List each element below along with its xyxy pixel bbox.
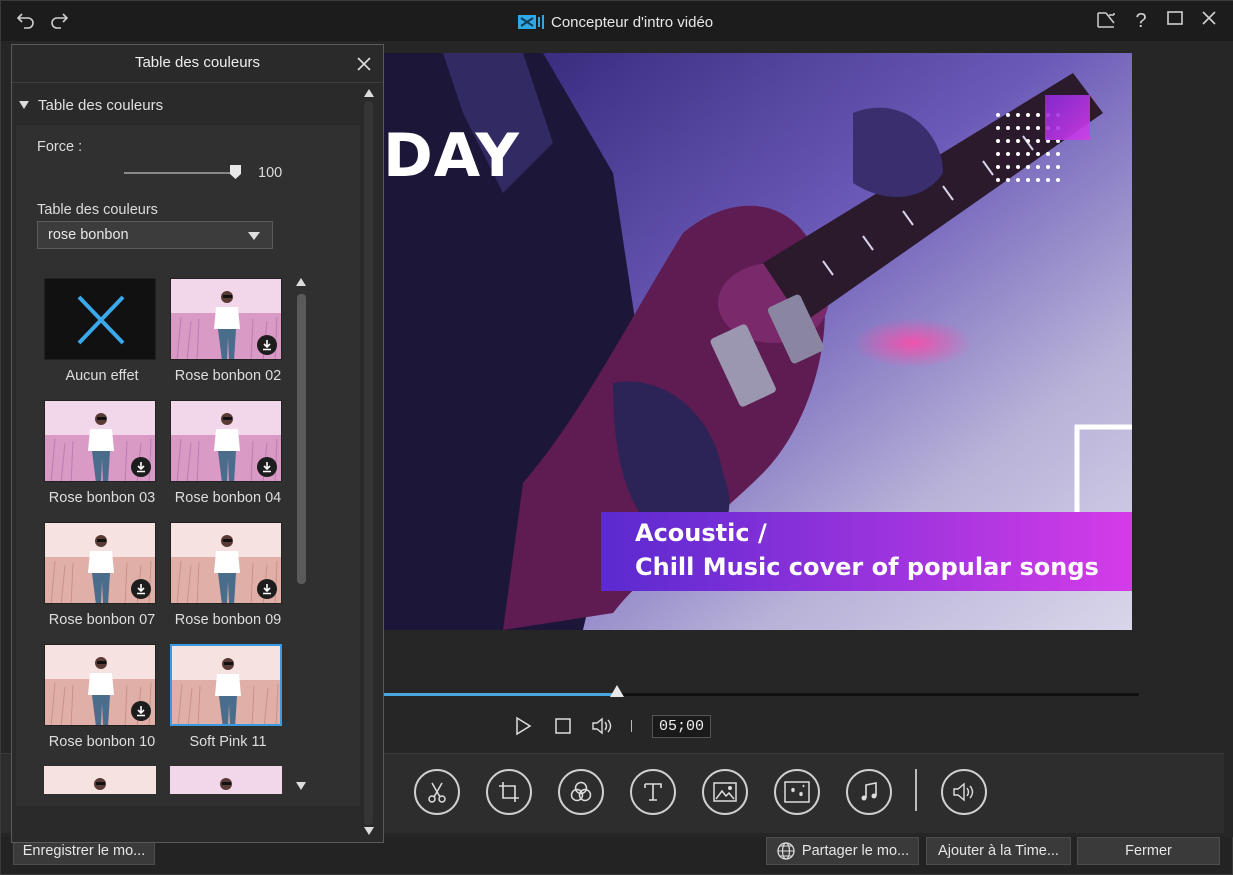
download-icon[interactable] xyxy=(257,457,277,477)
force-value: 100 xyxy=(258,165,283,181)
speaker-icon xyxy=(953,782,974,802)
timeline-handle[interactable] xyxy=(610,685,624,697)
download-icon[interactable] xyxy=(257,335,277,355)
text-tool-button[interactable] xyxy=(630,769,676,815)
timeline-progress xyxy=(383,693,617,696)
section-title: Table des couleurs xyxy=(38,96,164,114)
lut-item-label: Rose bonbon 10 xyxy=(48,734,156,750)
color-circles-icon xyxy=(570,781,592,802)
section-toggle[interactable]: Table des couleurs xyxy=(18,93,163,117)
lut-thumbnail[interactable] xyxy=(44,644,156,726)
maximize-icon[interactable] xyxy=(1163,9,1187,33)
app-window: Concepteur d'intro vidéo ? DAY Acoustic … xyxy=(0,0,1233,875)
table-label: Table des couleurs xyxy=(37,202,158,218)
grid-scroll-down-icon[interactable] xyxy=(296,782,306,790)
crop-icon xyxy=(499,782,519,802)
panel-scroll-down-icon[interactable] xyxy=(364,827,374,835)
color-table-dropdown[interactable]: rose bonbon xyxy=(37,221,273,249)
share-template-label: Partager le mo... xyxy=(801,843,910,859)
lut-thumbnail[interactable] xyxy=(44,522,156,604)
collapse-triangle-icon xyxy=(19,101,29,109)
help-icon[interactable]: ? xyxy=(1129,9,1153,33)
grid-scrollbar[interactable] xyxy=(297,294,306,584)
lut-thumbnail-partial[interactable] xyxy=(170,766,282,794)
preview-banner-line2[interactable]: Chill Music cover of popular songs xyxy=(635,553,1099,581)
lut-item-label: Aucun effet xyxy=(65,368,139,384)
force-label: Force : xyxy=(37,139,83,155)
color-table-panel: Table des couleurs Table des couleurs Fo… xyxy=(11,44,384,843)
skin-mode-icon[interactable] xyxy=(1094,9,1118,33)
close-button[interactable]: Fermer xyxy=(1077,837,1220,865)
cut-tool-button[interactable] xyxy=(414,769,460,815)
close-window-icon[interactable] xyxy=(1197,9,1221,33)
lut-item-label: Rose bonbon 07 xyxy=(48,612,156,628)
audio-tool-button[interactable] xyxy=(941,769,987,815)
music-note-icon xyxy=(861,782,877,801)
panel-scrollbar[interactable] xyxy=(364,101,373,825)
dock-separator xyxy=(915,769,917,811)
video-preview[interactable]: DAY Acoustic / Chill Music cover of popu… xyxy=(383,53,1132,630)
preview-headline[interactable]: DAY xyxy=(383,121,520,191)
lut-thumbnail-partial[interactable] xyxy=(44,766,156,794)
globe-icon xyxy=(777,842,795,860)
volume-level-mark xyxy=(631,720,632,732)
download-icon[interactable] xyxy=(131,579,151,599)
lut-thumbnail[interactable] xyxy=(44,400,156,482)
panel-close-icon[interactable] xyxy=(354,54,374,74)
download-icon[interactable] xyxy=(131,701,151,721)
scissors-icon xyxy=(428,782,446,803)
save-template-label: Enregistrer le mo... xyxy=(22,843,146,859)
image-tool-button[interactable] xyxy=(702,769,748,815)
close-button-label: Fermer xyxy=(1125,843,1172,859)
grid-scroll-up-icon[interactable] xyxy=(296,278,306,286)
text-icon xyxy=(644,783,662,801)
panel-title: Table des couleurs xyxy=(134,54,261,71)
play-icon[interactable] xyxy=(511,714,535,738)
image-icon xyxy=(713,782,737,802)
particle-icon xyxy=(784,781,810,803)
lut-item-label: Rose bonbon 04 xyxy=(174,490,282,506)
app-logo-icon xyxy=(518,15,544,29)
download-icon[interactable] xyxy=(257,579,277,599)
lut-thumbnail[interactable] xyxy=(44,278,156,360)
lut-item-label: Rose bonbon 03 xyxy=(48,490,156,506)
panel-scroll-up-icon[interactable] xyxy=(364,89,374,97)
redo-icon[interactable] xyxy=(48,9,72,33)
add-to-timeline-label: Ajouter à la Time... xyxy=(938,843,1059,859)
color-table-selected: rose bonbon xyxy=(48,227,129,243)
volume-icon[interactable] xyxy=(591,714,615,738)
title-bar: Concepteur d'intro vidéo ? xyxy=(1,1,1233,41)
lut-thumbnail[interactable] xyxy=(170,644,282,726)
crop-tool-button[interactable] xyxy=(486,769,532,815)
window-title-text: Concepteur d'intro vidéo xyxy=(551,13,714,31)
particle-tool-button[interactable] xyxy=(774,769,820,815)
lut-item-label: Rose bonbon 02 xyxy=(174,368,282,384)
lut-item-label: Rose bonbon 09 xyxy=(174,612,282,628)
timeline-scrubber[interactable] xyxy=(383,685,1139,697)
preview-banner-line1[interactable]: Acoustic / xyxy=(635,519,767,547)
force-slider[interactable] xyxy=(124,172,232,174)
stop-icon[interactable] xyxy=(551,714,575,738)
playback-controls: 05;00 xyxy=(511,711,712,741)
timecode-display: 05;00 xyxy=(652,714,712,738)
color-tool-button[interactable] xyxy=(558,769,604,815)
window-title: Concepteur d'intro vidéo xyxy=(517,11,713,33)
add-to-timeline-button[interactable]: Ajouter à la Time... xyxy=(926,837,1071,865)
lut-item-label: Soft Pink 11 xyxy=(189,734,267,750)
accent-square-decor xyxy=(1045,95,1090,140)
lut-thumbnail[interactable] xyxy=(170,400,282,482)
lut-thumbnail[interactable] xyxy=(170,278,282,360)
share-template-button[interactable]: Partager le mo... xyxy=(766,837,919,865)
lut-thumbnail[interactable] xyxy=(170,522,282,604)
panel-header: Table des couleurs xyxy=(12,45,383,83)
no-effect-icon xyxy=(77,295,125,345)
download-icon[interactable] xyxy=(131,457,151,477)
force-slider-handle[interactable] xyxy=(230,165,241,179)
chevron-down-icon xyxy=(248,232,260,240)
undo-icon[interactable] xyxy=(13,9,37,33)
music-tool-button[interactable] xyxy=(846,769,892,815)
